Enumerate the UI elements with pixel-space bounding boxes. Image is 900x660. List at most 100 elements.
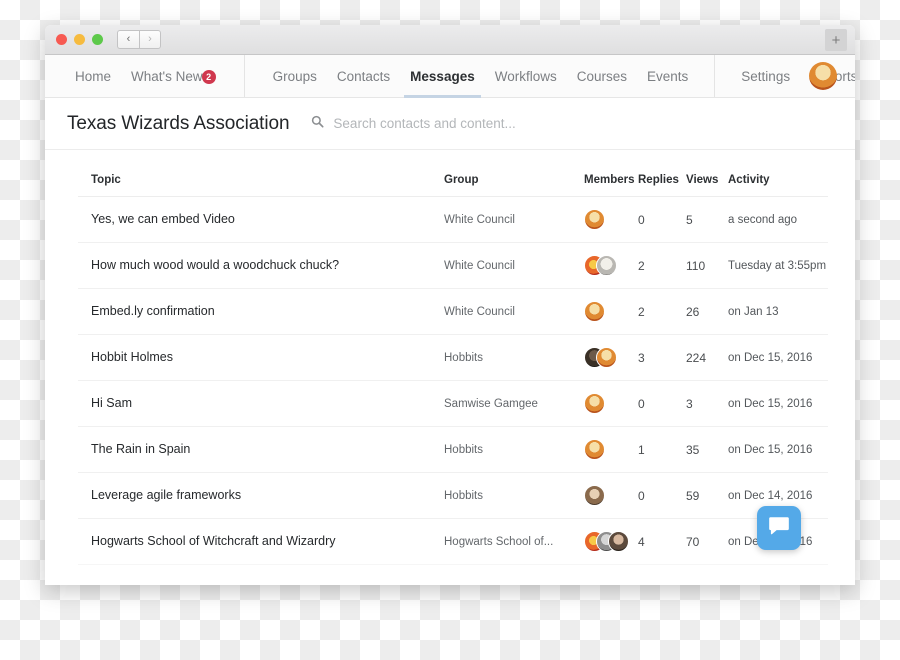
- table-row[interactable]: Hogwarts School of Witchcraft and Wizard…: [78, 518, 828, 565]
- traffic-light-buttons: [56, 34, 103, 45]
- cell-activity: Tuesday at 3:55pm: [728, 242, 828, 289]
- cell-members: [584, 472, 638, 519]
- column-header-replies[interactable]: Replies: [638, 150, 686, 197]
- page-title: Texas Wizards Association: [67, 112, 290, 134]
- nav-item-courses[interactable]: Courses: [567, 55, 637, 97]
- cell-topic[interactable]: At the Earth's Core Hooja still harbored…: [78, 564, 444, 584]
- column-header-activity[interactable]: Activity: [728, 150, 828, 197]
- cell-views: 247: [686, 564, 728, 584]
- nav-item-contacts[interactable]: Contacts: [327, 55, 400, 97]
- cell-views: 35: [686, 426, 728, 473]
- back-arrow-icon[interactable]: ‹: [117, 30, 139, 49]
- member-avatar[interactable]: [596, 347, 617, 368]
- nav-item-settings[interactable]: Settings: [731, 55, 800, 97]
- messages-table: Topic Group Members Replies Views Activi…: [78, 150, 828, 584]
- chat-widget-button[interactable]: [757, 506, 801, 550]
- member-avatar[interactable]: [584, 209, 605, 230]
- cell-members: [584, 196, 638, 243]
- nav-item-home[interactable]: Home: [65, 55, 121, 97]
- column-header-topic[interactable]: Topic: [78, 150, 444, 197]
- minimize-window-button[interactable]: [74, 34, 85, 45]
- cell-views: 70: [686, 518, 728, 565]
- cell-views: 3: [686, 380, 728, 427]
- cell-replies: 2: [638, 242, 686, 289]
- cell-topic[interactable]: Hobbit Holmes: [78, 334, 444, 381]
- cell-group[interactable]: White Council: [444, 196, 584, 243]
- column-header-group[interactable]: Group: [444, 150, 584, 197]
- cell-topic[interactable]: The Rain in Spain: [78, 426, 444, 473]
- window-titlebar: ‹ › +: [45, 25, 855, 55]
- cell-topic[interactable]: Leverage agile frameworks: [78, 472, 444, 519]
- cell-group[interactable]: Hogwarts School of...: [444, 518, 584, 565]
- table-row[interactable]: The Rain in Spain Hobbits 1 35 on Dec 15, 20…: [78, 426, 828, 473]
- member-avatar[interactable]: [596, 255, 617, 276]
- cell-topic[interactable]: Hogwarts School of Witchcraft and Wizard…: [78, 518, 444, 565]
- cell-group[interactable]: Hobbits: [444, 472, 584, 519]
- table-header: Topic Group Members Replies Views Activi…: [78, 150, 828, 197]
- cell-topic[interactable]: Embed.ly confirmation: [78, 288, 444, 335]
- cell-replies: 0: [638, 196, 686, 243]
- table-row[interactable]: Leverage agile frameworks Hobbits 0 59 on De…: [78, 472, 828, 519]
- cell-members: [584, 380, 638, 427]
- cell-group[interactable]: Hobbits: [444, 426, 584, 473]
- search-bar[interactable]: Search contacts and content...: [311, 115, 516, 133]
- cell-replies: 1: [638, 426, 686, 473]
- cell-topic[interactable]: How much wood would a woodchuck chuck?: [78, 242, 444, 289]
- close-window-button[interactable]: [56, 34, 67, 45]
- cell-replies: 2: [638, 288, 686, 335]
- member-avatar[interactable]: [584, 301, 605, 322]
- cell-views: 110: [686, 242, 728, 289]
- whats-new-count-badge: 2: [201, 69, 216, 84]
- cell-group[interactable]: Hobbits: [444, 334, 584, 381]
- cell-members: [584, 288, 638, 335]
- table-row[interactable]: How much wood would a woodchuck chuck? Wh…: [78, 242, 828, 289]
- member-avatar[interactable]: [584, 485, 605, 506]
- new-tab-plus-icon[interactable]: +: [825, 29, 847, 51]
- user-avatar[interactable]: [809, 62, 837, 90]
- nav-item-label: Courses: [576, 68, 628, 84]
- desktop-backdrop: ‹ › + Home What's New 2 Groups Contacts …: [0, 0, 900, 660]
- member-avatar[interactable]: [584, 439, 605, 460]
- table-row[interactable]: Yes, we can embed Video White Council 0 5 a …: [78, 196, 828, 243]
- cell-views: 59: [686, 472, 728, 519]
- table-row[interactable]: Embed.ly confirmation White Council 2 26 on …: [78, 288, 828, 335]
- table-row[interactable]: Hi Sam Samwise Gamgee 0 3 on Dec 15, 2016: [78, 380, 828, 427]
- member-avatar[interactable]: [584, 393, 605, 414]
- cell-topic[interactable]: Hi Sam: [78, 380, 444, 427]
- cell-group[interactable]: Hobbits: [444, 564, 584, 584]
- column-header-members[interactable]: Members: [584, 150, 638, 197]
- nav-item-messages[interactable]: Messages: [400, 55, 485, 98]
- table-row[interactable]: At the Earth's Core Hooja still harbored…: [78, 564, 828, 584]
- cell-replies: 0: [638, 472, 686, 519]
- member-avatar-stack: [584, 347, 638, 368]
- cell-group[interactable]: White Council: [444, 288, 584, 335]
- member-avatar[interactable]: [608, 531, 629, 552]
- nav-item-label: Messages: [410, 68, 475, 84]
- page-header: Texas Wizards Association Search contact…: [45, 98, 855, 150]
- column-header-views[interactable]: Views: [686, 150, 728, 197]
- nav-item-whats-new[interactable]: What's New 2: [121, 55, 226, 97]
- table-row[interactable]: Hobbit Holmes Hobbits 3 224 on Dec 15, 2016: [78, 334, 828, 381]
- cell-group[interactable]: White Council: [444, 242, 584, 289]
- nav-item-workflows[interactable]: Workflows: [485, 55, 567, 97]
- cell-group[interactable]: Samwise Gamgee: [444, 380, 584, 427]
- member-avatar-stack: [584, 209, 638, 230]
- cell-members: [584, 426, 638, 473]
- search-input[interactable]: Search contacts and content...: [333, 116, 515, 131]
- member-avatar-stack: [584, 439, 638, 460]
- nav-item-events[interactable]: Events: [637, 55, 698, 97]
- messages-table-container: Topic Group Members Replies Views Activi…: [45, 150, 855, 584]
- nav-item-groups[interactable]: Groups: [263, 55, 327, 97]
- cell-replies: 4: [638, 564, 686, 584]
- cell-topic[interactable]: Yes, we can embed Video: [78, 196, 444, 243]
- search-icon: [311, 115, 324, 133]
- chat-bubble-icon: [768, 516, 790, 541]
- cell-replies: 0: [638, 380, 686, 427]
- nav-item-label: Contacts: [336, 68, 391, 84]
- member-avatar-stack: [584, 301, 638, 322]
- cell-views: 224: [686, 334, 728, 381]
- forward-arrow-icon[interactable]: ›: [139, 30, 161, 49]
- maximize-window-button[interactable]: [92, 34, 103, 45]
- member-avatar-stack: [584, 485, 638, 506]
- nav-item-label: Home: [75, 68, 112, 84]
